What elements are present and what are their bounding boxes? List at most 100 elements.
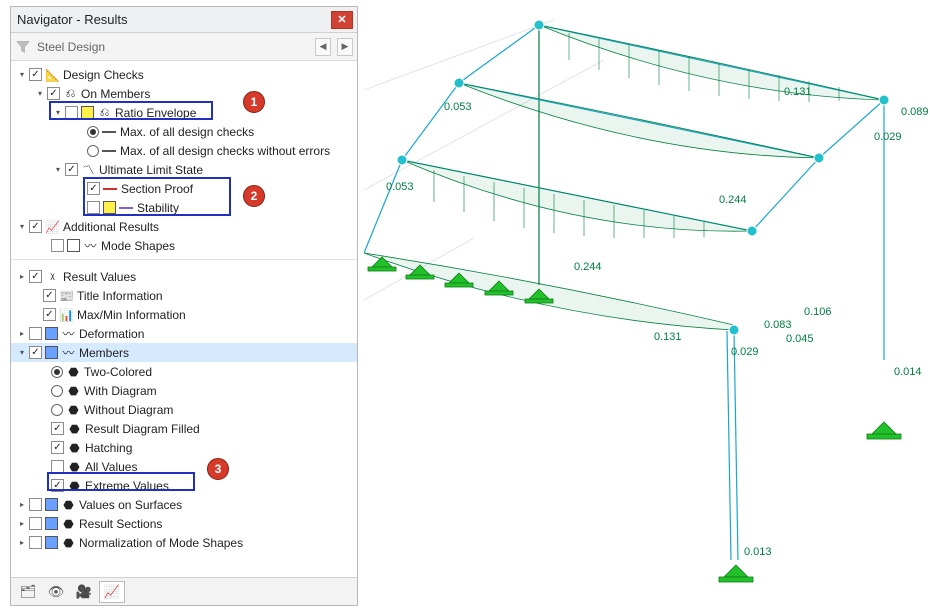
nav-prev-button[interactable]: ◀ bbox=[315, 38, 331, 56]
ratio-label: 0.131 bbox=[784, 86, 812, 98]
maxmin-icon: 📊 bbox=[59, 308, 74, 322]
checkbox[interactable] bbox=[87, 201, 100, 214]
checkbox[interactable] bbox=[29, 536, 42, 549]
ratio-label: 0.131 bbox=[654, 331, 682, 343]
checkbox[interactable] bbox=[65, 163, 78, 176]
checkbox[interactable] bbox=[29, 270, 42, 283]
checkbox[interactable] bbox=[51, 460, 64, 473]
tab-views-icon[interactable]: 🎥 bbox=[71, 581, 97, 603]
tree-item-mode-shapes[interactable]: Mode Shapes bbox=[101, 239, 357, 253]
tree-item-norm-mode-shapes[interactable]: Normalization of Mode Shapes bbox=[79, 536, 357, 550]
radio[interactable] bbox=[51, 385, 63, 397]
tree-item-without-diagram[interactable]: Without Diagram bbox=[84, 403, 357, 417]
tree-item-maxmin[interactable]: Max/Min Information bbox=[77, 308, 357, 322]
tree-item-design-checks[interactable]: Design Checks bbox=[63, 68, 357, 82]
checkbox[interactable] bbox=[65, 106, 78, 119]
checkbox[interactable] bbox=[29, 220, 42, 233]
checkbox[interactable] bbox=[29, 517, 42, 530]
color-swatch[interactable] bbox=[45, 498, 58, 511]
legend-icon bbox=[102, 131, 116, 133]
tree-item-members[interactable]: Members bbox=[79, 346, 357, 360]
checkbox[interactable] bbox=[51, 239, 64, 252]
tree-item-values-surfaces[interactable]: Values on Surfaces bbox=[79, 498, 357, 512]
radio[interactable] bbox=[87, 145, 99, 157]
color-swatch[interactable] bbox=[45, 536, 58, 549]
checkbox[interactable] bbox=[29, 498, 42, 511]
results-tree[interactable]: 📐 Design Checks ⎌ On Members ⎌ Ratio Env… bbox=[11, 61, 357, 577]
color-swatch[interactable] bbox=[45, 517, 58, 530]
tree-item-section-proof[interactable]: Section Proof bbox=[121, 182, 357, 196]
color-swatch[interactable] bbox=[81, 106, 94, 119]
tree-item-extreme-values[interactable]: Extreme Values bbox=[85, 479, 357, 493]
expand-toggle[interactable] bbox=[15, 272, 29, 281]
tree-item-on-members[interactable]: On Members bbox=[81, 87, 357, 101]
expand-toggle[interactable] bbox=[33, 89, 47, 98]
radio[interactable] bbox=[51, 404, 63, 416]
diagram-icon: ⬣ bbox=[66, 384, 81, 398]
expand-toggle[interactable] bbox=[15, 348, 29, 357]
expand-toggle[interactable] bbox=[15, 222, 29, 231]
uls-icon: 〽 bbox=[81, 161, 96, 178]
expand-toggle[interactable] bbox=[15, 519, 29, 528]
color-swatch[interactable] bbox=[45, 346, 58, 359]
tab-results-icon[interactable]: 📈 bbox=[99, 581, 125, 603]
ratio-label: 0.029 bbox=[731, 346, 759, 358]
tree-item-uls[interactable]: Ultimate Limit State bbox=[99, 163, 357, 177]
tree-item-ratio-envelope[interactable]: Ratio Envelope bbox=[115, 106, 357, 120]
filter-icon bbox=[15, 39, 31, 55]
expand-toggle[interactable] bbox=[51, 165, 65, 174]
tab-show-icon[interactable]: 👁 bbox=[43, 581, 69, 603]
color-swatch[interactable] bbox=[45, 327, 58, 340]
tab-project-icon[interactable]: 🗂 bbox=[15, 581, 41, 603]
sections-icon: ⬣ bbox=[61, 517, 76, 531]
tree-item-result-sections[interactable]: Result Sections bbox=[79, 517, 357, 531]
norm-icon: ⬣ bbox=[61, 536, 76, 550]
tree-item-with-diagram[interactable]: With Diagram bbox=[84, 384, 357, 398]
navigator-panel: Navigator - Results ✕ Steel Design ◀ ▶ 📐… bbox=[10, 6, 358, 606]
expand-toggle[interactable] bbox=[15, 500, 29, 509]
ratio-label: 0.053 bbox=[386, 181, 414, 193]
expand-toggle[interactable] bbox=[15, 538, 29, 547]
checkbox[interactable] bbox=[29, 327, 42, 340]
tree-item-deformation[interactable]: Deformation bbox=[79, 327, 357, 341]
expand-toggle[interactable] bbox=[15, 70, 29, 79]
tree-item-max-noerr[interactable]: Max. of all design checks without errors bbox=[120, 144, 357, 158]
support-icon bbox=[867, 422, 901, 439]
radio[interactable] bbox=[51, 366, 63, 378]
tree-item-diag-filled[interactable]: Result Diagram Filled bbox=[85, 422, 357, 436]
color-swatch[interactable] bbox=[67, 239, 80, 252]
close-button[interactable]: ✕ bbox=[331, 11, 353, 29]
members-icon: 〰 bbox=[61, 344, 76, 361]
tree-item-all-values[interactable]: All Values bbox=[85, 460, 357, 474]
tree-item-hatching[interactable]: Hatching bbox=[85, 441, 357, 455]
checkbox[interactable] bbox=[51, 441, 64, 454]
subheader-label[interactable]: Steel Design bbox=[37, 40, 309, 54]
deform-icon: 〰 bbox=[61, 325, 76, 342]
checkbox[interactable] bbox=[29, 68, 42, 81]
extreme-icon: ⬣ bbox=[67, 479, 82, 493]
tree-item-additional-results[interactable]: Additional Results bbox=[63, 220, 357, 234]
model-viewport[interactable]: 0.053 0.131 0.089 0.029 0.053 0.244 0.24… bbox=[364, 0, 930, 612]
tree-item-stability[interactable]: Stability bbox=[137, 201, 357, 215]
tree-item-two-colored[interactable]: Two-Colored bbox=[84, 365, 357, 379]
ratio-label: 0.106 bbox=[804, 306, 832, 318]
members-icon: ⎌ bbox=[63, 86, 78, 101]
expand-toggle[interactable] bbox=[15, 329, 29, 338]
checkbox[interactable] bbox=[47, 87, 60, 100]
no-diagram-icon: ⬣ bbox=[66, 403, 81, 417]
hatch-icon: ⬣ bbox=[67, 441, 82, 455]
checkbox[interactable] bbox=[29, 346, 42, 359]
checkbox[interactable] bbox=[43, 289, 56, 302]
expand-toggle[interactable] bbox=[51, 108, 65, 117]
tree-item-result-values[interactable]: Result Values bbox=[63, 270, 357, 284]
checkbox[interactable] bbox=[43, 308, 56, 321]
nav-next-button[interactable]: ▶ bbox=[337, 38, 353, 56]
all-values-icon: ⬣ bbox=[67, 460, 82, 474]
radio[interactable] bbox=[87, 126, 99, 138]
tree-item-max-all[interactable]: Max. of all design checks bbox=[120, 125, 357, 139]
checkbox[interactable] bbox=[51, 422, 64, 435]
color-swatch[interactable] bbox=[103, 201, 116, 214]
tree-item-title-info[interactable]: Title Information bbox=[77, 289, 357, 303]
checkbox[interactable] bbox=[87, 182, 100, 195]
checkbox[interactable] bbox=[51, 479, 64, 492]
